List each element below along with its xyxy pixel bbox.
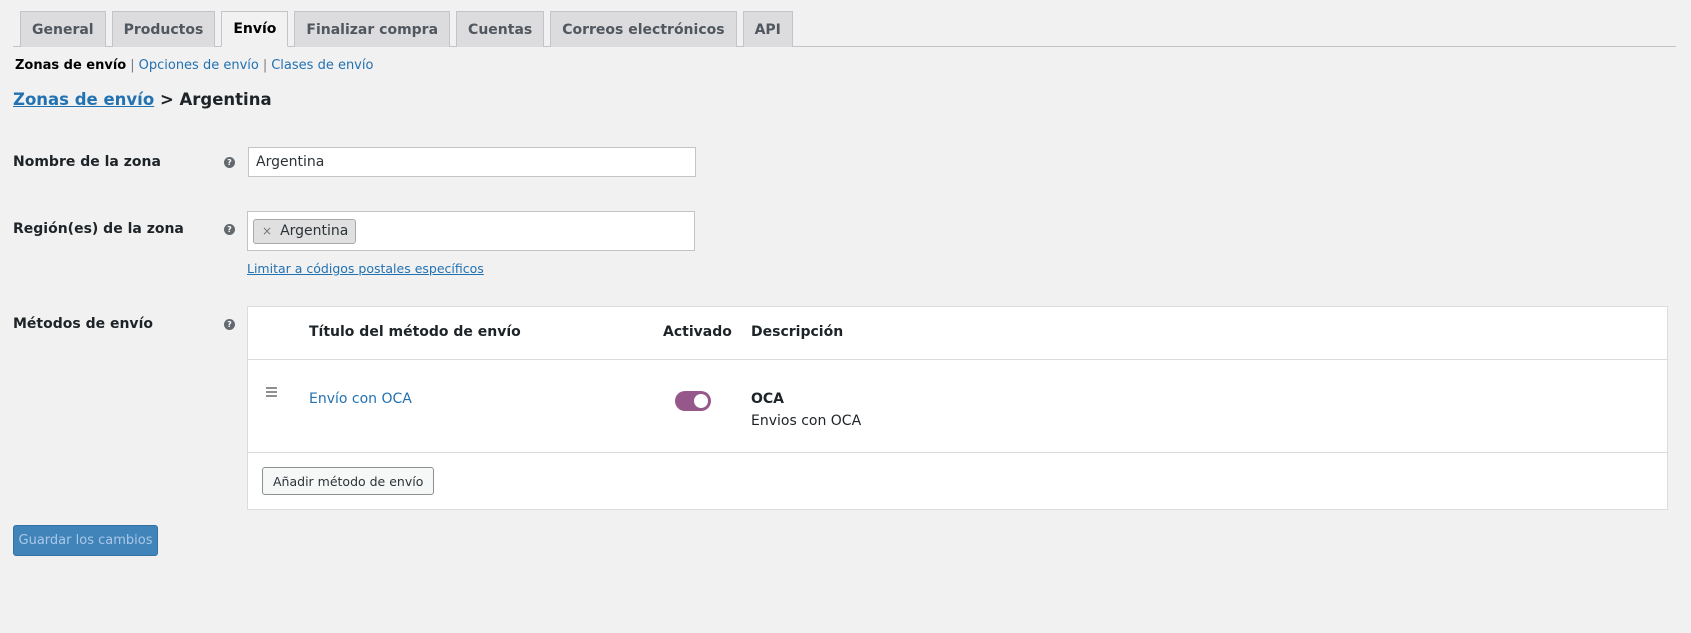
remove-chip-icon[interactable]: × — [262, 224, 272, 238]
region-chip: × Argentina — [253, 218, 357, 244]
th-title: Título del método de envío — [309, 324, 521, 340]
table-header: Título del método de envío Activado Desc… — [248, 307, 1667, 360]
zone-name-label: Nombre de la zona — [13, 154, 161, 170]
method-desc-text: Envios con OCA — [751, 413, 862, 429]
methods-label: Métodos de envío — [13, 316, 153, 332]
limit-postcodes-link[interactable]: Limitar a códigos postales específicos — [247, 261, 484, 276]
tab-envio[interactable]: Envío — [221, 11, 289, 47]
method-enabled-toggle[interactable] — [675, 391, 711, 411]
methods-row: Métodos de envío — [13, 316, 213, 332]
breadcrumb-link-zonas[interactable]: Zonas de envío — [13, 90, 154, 109]
method-title-link[interactable]: Envío con OCA — [309, 391, 412, 407]
shipping-methods-table: Título del método de envío Activado Desc… — [247, 306, 1668, 510]
toggle-knob — [694, 394, 708, 408]
subnav-current: Zonas de envío — [15, 58, 127, 73]
shipping-subnav: Zonas de envío | Opciones de envío | Cla… — [15, 58, 374, 73]
region-chip-label: Argentina — [280, 223, 349, 239]
zone-regions-row: Región(es) de la zona — [13, 221, 213, 237]
tab-general[interactable]: General — [20, 11, 106, 47]
subnav-link-opciones[interactable]: Opciones de envío — [139, 58, 259, 73]
th-enabled: Activado — [663, 324, 732, 340]
add-shipping-method-button[interactable]: Añadir método de envío — [262, 467, 435, 495]
subnav-link-clases[interactable]: Clases de envío — [271, 58, 373, 73]
tab-api[interactable]: API — [742, 11, 793, 47]
zone-regions-label: Región(es) de la zona — [13, 221, 184, 237]
save-changes-button[interactable]: Guardar los cambios — [13, 525, 158, 556]
method-desc-title: OCA — [751, 391, 785, 407]
th-description: Descripción — [751, 324, 844, 340]
drag-handle-icon[interactable] — [266, 387, 277, 399]
settings-tabs: General Productos Envío Finalizar compra… — [13, 0, 1676, 47]
tab-cuentas[interactable]: Cuentas — [456, 11, 545, 47]
help-icon[interactable]: ? — [224, 224, 235, 235]
help-icon[interactable]: ? — [224, 319, 235, 330]
table-row: Envío con OCA OCA Envios con OCA — [248, 360, 1667, 453]
tab-finalizar-compra[interactable]: Finalizar compra — [294, 11, 451, 47]
help-icon[interactable]: ? — [224, 157, 235, 168]
tab-correos[interactable]: Correos electrónicos — [550, 11, 737, 47]
breadcrumb: Zonas de envío > Argentina — [13, 90, 1678, 109]
breadcrumb-current: Argentina — [179, 90, 272, 109]
breadcrumb-separator: > — [159, 90, 174, 109]
zone-name-row: Nombre de la zona — [13, 154, 213, 170]
zone-name-input[interactable]: Argentina — [248, 147, 696, 177]
tab-productos[interactable]: Productos — [111, 11, 216, 47]
zone-regions-select[interactable]: × Argentina — [247, 211, 695, 251]
